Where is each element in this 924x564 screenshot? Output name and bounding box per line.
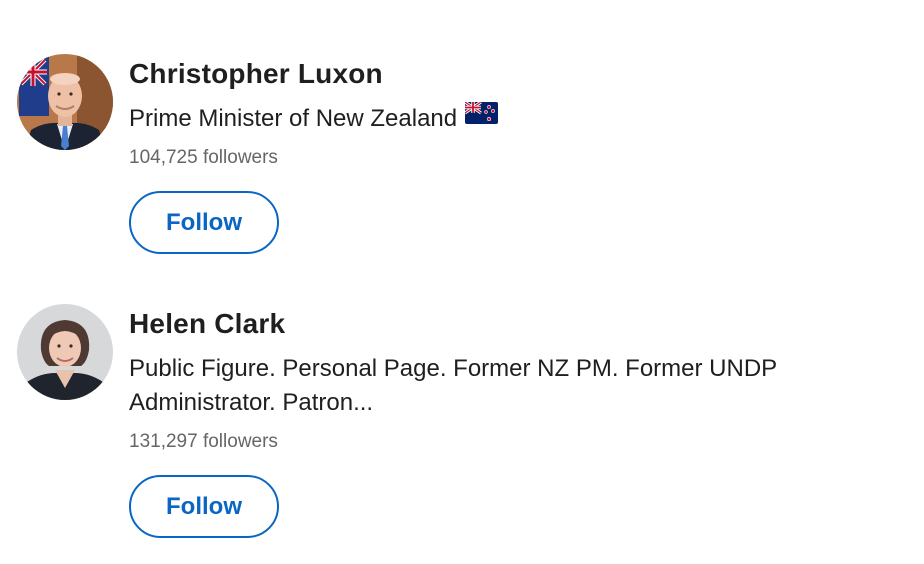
avatar[interactable]	[17, 54, 113, 150]
follow-button[interactable]: Follow	[129, 475, 279, 538]
avatar-photo-icon	[17, 54, 113, 150]
person-card-helen-clark: Helen Clark Public Figure. Personal Page…	[0, 282, 924, 564]
person-headline: Prime Minister of New Zealand	[129, 100, 869, 137]
avatar[interactable]	[17, 304, 113, 400]
follower-count: 104,725 followers	[129, 147, 278, 168]
avatar-photo-icon	[17, 304, 113, 400]
person-name[interactable]: Helen Clark	[129, 308, 285, 340]
nz-flag-icon	[464, 100, 499, 134]
person-name[interactable]: Christopher Luxon	[129, 58, 383, 90]
person-headline: Public Figure. Personal Page. Former NZ …	[129, 355, 777, 416]
follow-button[interactable]: Follow	[129, 191, 279, 254]
person-card-christopher-luxon: Christopher Luxon Prime Minister of New …	[0, 0, 924, 282]
headline-text: Prime Minister of New Zealand	[129, 105, 458, 132]
follower-count: 131,297 followers	[129, 431, 278, 452]
